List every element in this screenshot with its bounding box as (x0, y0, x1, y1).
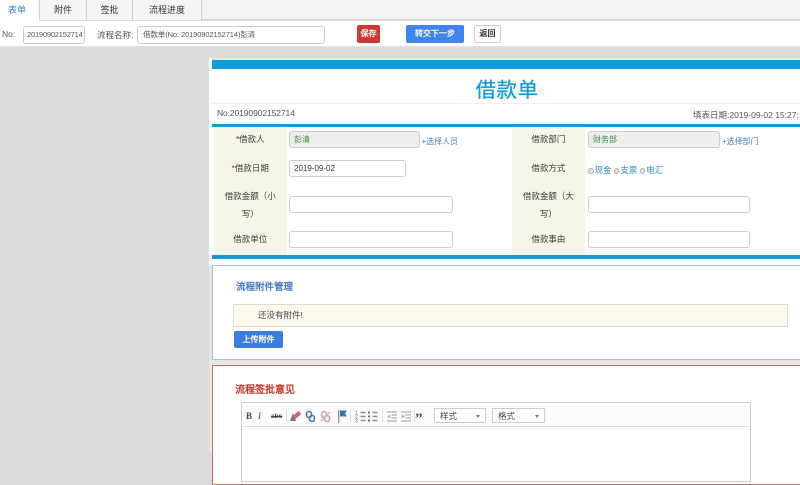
svg-text:”: ” (415, 411, 423, 427)
svg-text:3: 3 (355, 418, 358, 424)
